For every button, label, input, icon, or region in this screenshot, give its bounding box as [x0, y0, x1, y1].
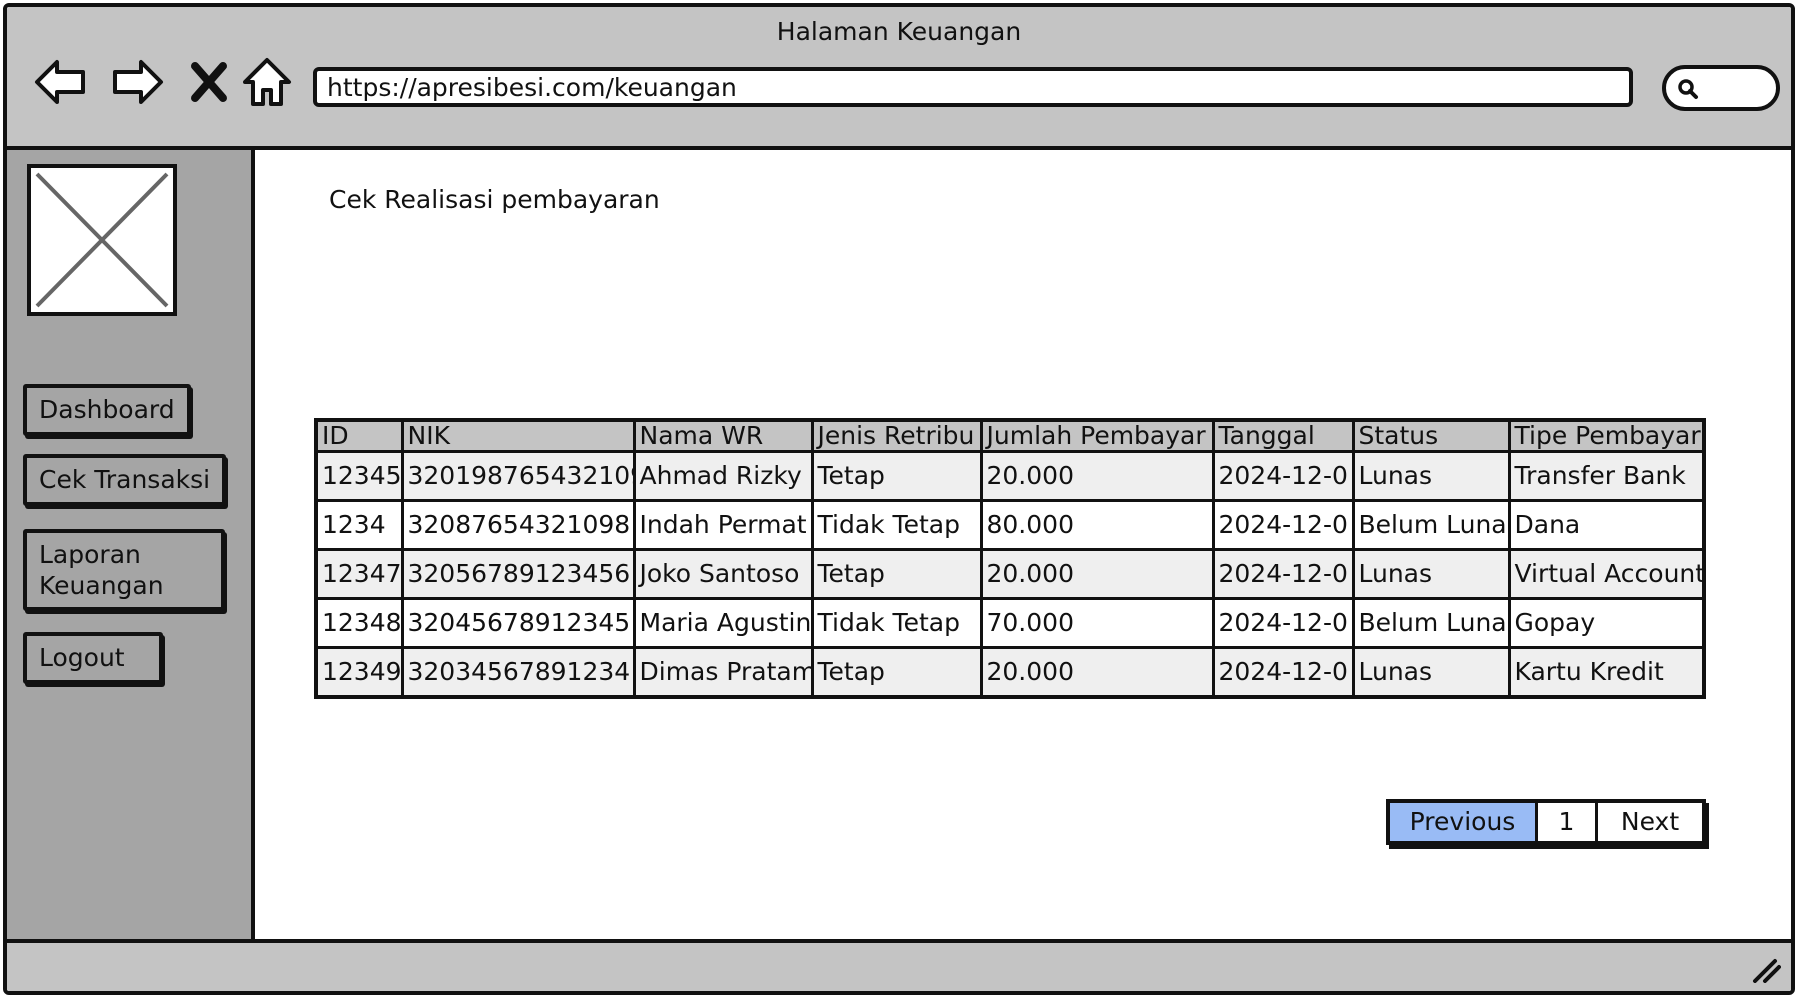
table-cell: Tetap — [810, 450, 983, 502]
table-cell: Tetap — [810, 646, 983, 699]
forward-arrow-icon[interactable] — [107, 52, 167, 112]
table-cell: Dimas Pratam — [632, 646, 814, 699]
table-cell: Maria Agustin — [632, 597, 814, 649]
table-cell: 2024-12-0 — [1211, 646, 1355, 699]
table-cell: Lunas — [1351, 548, 1511, 600]
column-header: Status — [1351, 418, 1511, 453]
column-header: ID — [314, 418, 404, 453]
table-cell: 32034567891234 — [400, 646, 636, 699]
table-row: 12347 32056789123456 Joko Santoso Tetap 20.0… — [314, 548, 1706, 600]
table-cell: 2024-12-0 — [1211, 450, 1355, 502]
column-header: Tipe Pembayar — [1507, 418, 1706, 453]
browser-window: Halaman Keuangan https://apresibesi.com/… — [3, 3, 1795, 995]
sidebar: Dashboard Cek Transaksi Laporan Keuangan… — [7, 150, 255, 950]
table-cell: 20.000 — [979, 646, 1215, 699]
column-header: Jenis Retribu — [810, 418, 983, 453]
previous-page-button[interactable]: Previous — [1390, 803, 1538, 841]
sidebar-item-laporan-keuangan[interactable]: Laporan Keuangan — [23, 529, 225, 611]
sidebar-item-logout[interactable]: Logout — [23, 632, 163, 684]
sidebar-item-cek-transaksi[interactable]: Cek Transaksi — [23, 454, 227, 506]
table-cell: 20.000 — [979, 450, 1215, 502]
back-arrow-icon[interactable] — [31, 52, 91, 112]
next-page-button[interactable]: Next — [1598, 803, 1702, 841]
status-bar — [7, 939, 1791, 991]
table-cell: 320198765432109 — [400, 450, 636, 502]
pagination: Previous 1 Next — [1386, 799, 1706, 845]
table-cell: Ahmad Rizky — [632, 450, 814, 502]
table-cell: 80.000 — [979, 499, 1215, 551]
resize-grip-icon[interactable] — [1751, 955, 1781, 983]
table-cell: Kartu Kredit — [1507, 646, 1706, 699]
table-cell: Transfer Bank — [1507, 450, 1706, 502]
table-cell: 2024-12-0 — [1211, 597, 1355, 649]
home-icon[interactable] — [237, 52, 297, 112]
table-cell: 20.000 — [979, 548, 1215, 600]
page-number-button[interactable]: 1 — [1538, 803, 1598, 841]
table-row: 1234 32087654321098 Indah Permat Tidak Teta… — [314, 499, 1706, 551]
table-cell: 32045678912345 — [400, 597, 636, 649]
table-row: 12348 32045678912345 Maria Agustin Tidak Te… — [314, 597, 1706, 649]
table-cell: Joko Santoso — [632, 548, 814, 600]
url-input[interactable]: https://apresibesi.com/keuangan — [313, 67, 1633, 107]
payment-table: ID NIK Nama WR Jenis Retribu Jumlah Pembayar… — [314, 418, 1706, 699]
table-cell: 70.000 — [979, 597, 1215, 649]
table-cell: Indah Permat — [632, 499, 814, 551]
table-cell: Tidak Tetap — [810, 597, 983, 649]
table-cell: Gopay — [1507, 597, 1706, 649]
column-header: Jumlah Pembayar — [979, 418, 1215, 453]
table-cell: Tidak Tetap — [810, 499, 983, 551]
table-cell: 1234 — [314, 499, 404, 551]
search-input[interactable] — [1662, 65, 1780, 111]
table-cell: Virtual Account — [1507, 548, 1706, 600]
table-cell: 12347 — [314, 548, 404, 600]
table-cell: Tetap — [810, 548, 983, 600]
logo-image-placeholder — [27, 164, 177, 316]
table-cell: Belum Luna — [1351, 499, 1511, 551]
browser-toolbar: Halaman Keuangan https://apresibesi.com/… — [7, 7, 1791, 150]
table-cell: 12345 — [314, 450, 404, 502]
search-icon — [1678, 79, 1698, 99]
column-header: NIK — [400, 418, 636, 453]
column-header: Nama WR — [632, 418, 814, 453]
table-cell: 2024-12-0 — [1211, 548, 1355, 600]
page-title: Cek Realisasi pembayaran — [329, 185, 660, 214]
close-x-icon[interactable] — [179, 52, 239, 112]
table-cell: Belum Luna — [1351, 597, 1511, 649]
table-cell: Lunas — [1351, 450, 1511, 502]
table-cell: 12348 — [314, 597, 404, 649]
table-cell: 2024-12-0 — [1211, 499, 1355, 551]
table-row: 12345 320198765432109 Ahmad Rizky Tetap 20.0… — [314, 450, 1706, 502]
sidebar-item-dashboard[interactable]: Dashboard — [23, 384, 191, 436]
table-cell: Lunas — [1351, 646, 1511, 699]
table-cell: 12349 — [314, 646, 404, 699]
table-cell: 32087654321098 — [400, 499, 636, 551]
window-title: Halaman Keuangan — [776, 17, 1022, 46]
table-header-row: ID NIK Nama WR Jenis Retribu Jumlah Pembayar… — [314, 418, 1706, 453]
column-header: Tanggal — [1211, 418, 1355, 453]
table-cell: Dana — [1507, 499, 1706, 551]
table-cell: 32056789123456 — [400, 548, 636, 600]
url-text: https://apresibesi.com/keuangan — [327, 72, 737, 102]
table-row: 12349 32034567891234 Dimas Pratam Tetap 20.0… — [314, 646, 1706, 699]
